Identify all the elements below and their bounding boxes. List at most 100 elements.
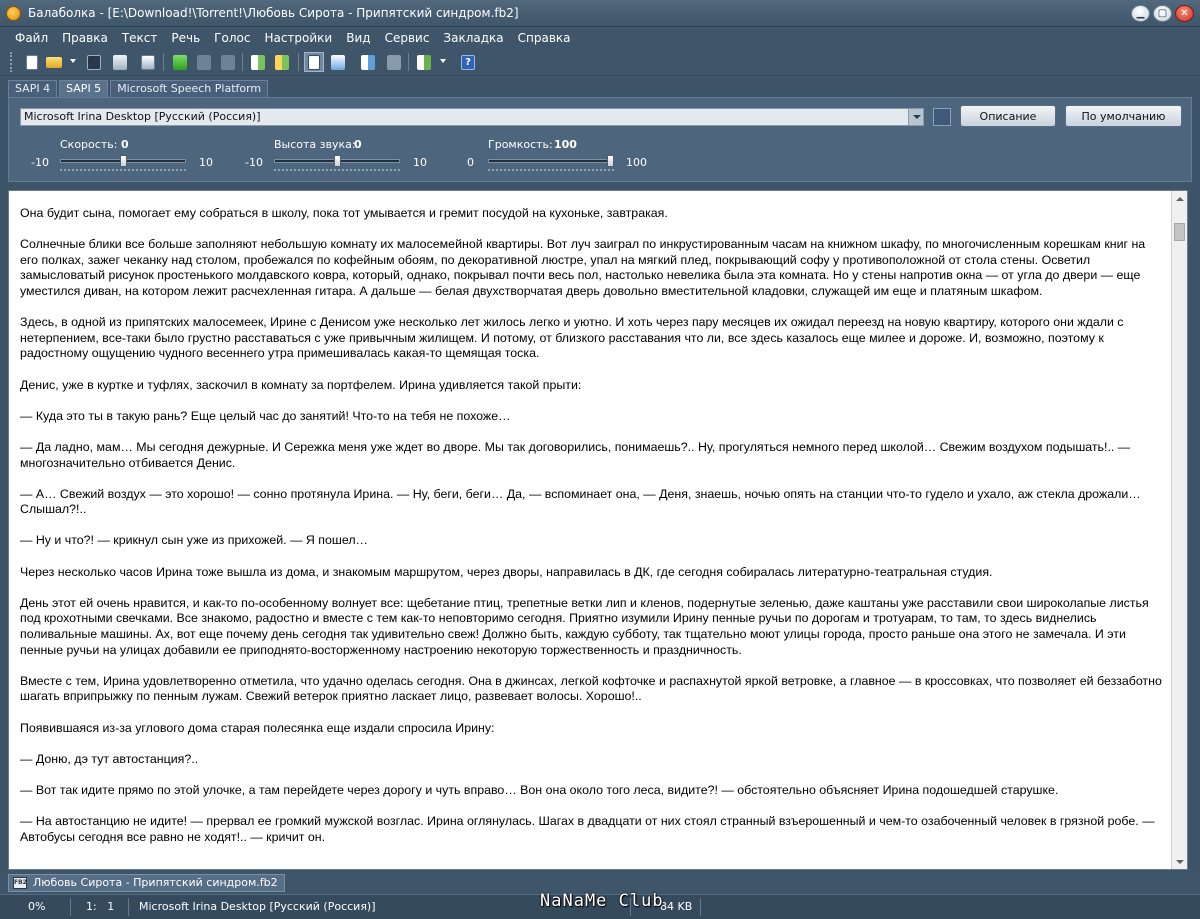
- menu-help[interactable]: Справка: [511, 31, 578, 45]
- pitch-min: -10: [245, 156, 263, 169]
- menu-file[interactable]: Файл: [8, 31, 55, 45]
- close-button[interactable]: ✕: [1175, 5, 1194, 22]
- document-paragraph: — Ну и что?! — крикнул сын уже из прихож…: [20, 533, 368, 548]
- toolbar-separator: [408, 53, 409, 71]
- document-text[interactable]: Она будит сына, помогает ему собраться в…: [20, 206, 1166, 861]
- speed-label: Скорость:: [60, 138, 118, 151]
- tab-speech-platform[interactable]: Microsoft Speech Platform: [110, 80, 269, 97]
- title-bar: Балаболка - [E:\Download!\Torrent!\Любов…: [0, 0, 1200, 27]
- volume-min: 0: [467, 156, 474, 169]
- app-icon: [6, 6, 21, 21]
- pitch-max: 10: [413, 156, 427, 169]
- open-dropdown-icon[interactable]: [70, 59, 76, 63]
- stop-icon[interactable]: [218, 52, 238, 72]
- pitch-ticks: [274, 168, 400, 171]
- speed-value: 0: [121, 138, 129, 151]
- pitch-slider-thumb[interactable]: [333, 155, 341, 167]
- help-icon[interactable]: ?: [458, 52, 478, 72]
- window-controls: ▁ ▢ ✕: [1131, 5, 1194, 22]
- split-file-icon[interactable]: [358, 52, 378, 72]
- play-icon[interactable]: [170, 52, 190, 72]
- menu-bar: Файл Правка Текст Речь Голос Настройки В…: [0, 27, 1200, 48]
- convert-icon[interactable]: [138, 52, 158, 72]
- status-voice: Microsoft Irina Desktop [Русский (Россия…: [139, 900, 376, 913]
- dictionary-dropdown-icon[interactable]: [440, 59, 446, 63]
- menu-view[interactable]: Вид: [339, 31, 377, 45]
- status-progress: 0%: [28, 900, 46, 913]
- voice-color-box[interactable]: [933, 108, 951, 126]
- toolbar: ?: [0, 48, 1200, 76]
- voice-panel: Microsoft Irina Desktop [Русский (Россия…: [8, 97, 1192, 182]
- voice-select[interactable]: Microsoft Irina Desktop [Русский (Россия…: [20, 108, 924, 126]
- pitch-value: 0: [354, 138, 362, 151]
- volume-label: Громкость:: [488, 138, 553, 151]
- toolbar-grip[interactable]: [10, 52, 14, 72]
- menu-tools[interactable]: Сервис: [378, 31, 437, 45]
- document-paragraph: Появившаяся из-за углового дома старая п…: [20, 720, 495, 735]
- dictionary-icon[interactable]: [414, 52, 434, 72]
- save-audio-icon[interactable]: [110, 52, 130, 72]
- scroll-up-icon[interactable]: [1172, 191, 1187, 206]
- volume-slider-thumb[interactable]: [607, 155, 614, 167]
- toolbar-separator: [163, 53, 164, 71]
- volume-max: 100: [626, 156, 647, 169]
- menu-text[interactable]: Текст: [115, 31, 165, 45]
- volume-value: 100: [554, 138, 577, 151]
- chevron-down-icon[interactable]: [908, 109, 923, 125]
- open-folder-icon[interactable]: [44, 52, 64, 72]
- document-paragraph: Вместе с тем, Ирина удовлетворенно отмет…: [20, 673, 1162, 704]
- status-divider: [128, 898, 129, 916]
- toolbar-separator: [298, 53, 299, 71]
- speed-max: 10: [199, 156, 213, 169]
- audio-view-icon[interactable]: [328, 52, 348, 72]
- scroll-thumb[interactable]: [1174, 223, 1185, 241]
- toolbar-separator: [242, 53, 243, 71]
- menu-settings[interactable]: Настройки: [257, 31, 339, 45]
- new-file-icon[interactable]: [22, 52, 42, 72]
- volume-ticks: [488, 168, 614, 171]
- description-button[interactable]: Описание: [960, 105, 1056, 127]
- document-paragraph: Здесь, в одной из припятских малосемеек,…: [20, 315, 1124, 361]
- status-cursor-position: 1: 1: [86, 900, 115, 913]
- document-paragraph: Через несколько часов Ирина тоже вышла и…: [20, 564, 993, 579]
- document-paragraph: Денис, уже в куртке и туфлях, заскочил в…: [20, 377, 582, 392]
- document-paragraph: — Куда это ты в такую рань? Еще целый ча…: [20, 408, 511, 423]
- text-view-icon[interactable]: [304, 52, 324, 72]
- read-file-icon[interactable]: [272, 52, 292, 72]
- menu-bookmark[interactable]: Закладка: [436, 31, 510, 45]
- status-file-size: 84 KB: [660, 900, 693, 913]
- fb2-file-icon: FB2: [13, 877, 27, 889]
- save-icon[interactable]: [84, 52, 104, 72]
- speed-min: -10: [31, 156, 49, 169]
- tab-sapi5[interactable]: SAPI 5: [59, 80, 109, 97]
- minimize-button[interactable]: ▁: [1131, 5, 1150, 22]
- watermark: NaNaMe Club: [540, 891, 664, 911]
- document-tab[interactable]: FB2 Любовь Сирота - Припятский синдром.f…: [8, 874, 285, 892]
- document-paragraph: — Да ладно, мам… Мы сегодня дежурные. И …: [20, 439, 1131, 470]
- document-paragraph: — Вот так идите прямо по этой улочке, а …: [20, 782, 1059, 797]
- vertical-scrollbar[interactable]: [1171, 191, 1187, 869]
- batch-icon[interactable]: [384, 52, 404, 72]
- scroll-down-icon[interactable]: [1172, 854, 1187, 869]
- document-editor[interactable]: Она будит сына, помогает ему собраться в…: [8, 190, 1188, 870]
- pitch-label: Высота звука:: [274, 138, 356, 151]
- voice-select-value: Microsoft Irina Desktop [Русский (Россия…: [24, 110, 261, 123]
- read-clipboard-icon[interactable]: [248, 52, 268, 72]
- document-paragraph: День этот ей очень нравится, и как-то по…: [20, 595, 1149, 657]
- document-paragraph: — На автостанцию не идите! — прервал ее …: [20, 814, 1155, 844]
- default-button[interactable]: По умолчанию: [1065, 105, 1182, 127]
- menu-speech[interactable]: Речь: [164, 31, 207, 45]
- maximize-button[interactable]: ▢: [1153, 5, 1172, 22]
- status-divider: [700, 898, 701, 916]
- menu-voice[interactable]: Голос: [207, 31, 257, 45]
- document-paragraph: Солнечные блики все больше заполняют неб…: [20, 237, 1146, 298]
- status-divider: [70, 898, 71, 916]
- pause-icon[interactable]: [194, 52, 214, 72]
- volume-track[interactable]: [488, 159, 614, 163]
- document-tab-label: Любовь Сирота - Припятский синдром.fb2: [33, 876, 278, 889]
- menu-edit[interactable]: Правка: [55, 31, 115, 45]
- tab-sapi4[interactable]: SAPI 4: [8, 80, 58, 97]
- engine-tabs: SAPI 4 SAPI 5 Microsoft Speech Platform: [8, 80, 270, 97]
- document-paragraph: — А… Свежий воздух — это хорошо! — сонно…: [20, 486, 1141, 517]
- speed-slider-thumb[interactable]: [119, 155, 127, 167]
